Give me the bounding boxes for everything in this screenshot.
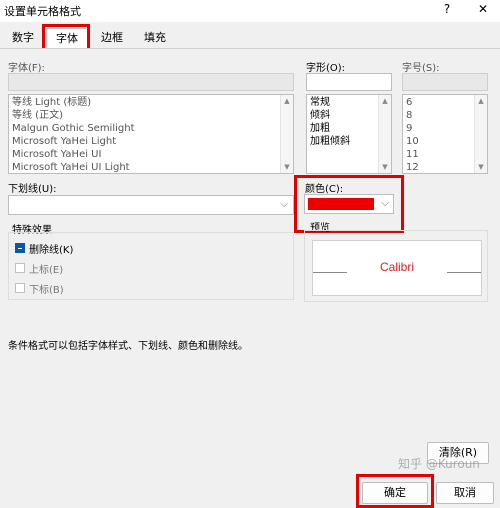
font-list[interactable]: 等线 Light (标题) 等线 (正文) Malgun Gothic Semi… — [8, 94, 294, 174]
list-item[interactable]: Malgun Gothic Semilight — [9, 122, 293, 135]
scroll-down-icon[interactable]: ▼ — [379, 161, 391, 173]
subscript-checkbox[interactable] — [15, 283, 25, 293]
scroll-up-icon[interactable]: ▲ — [475, 95, 487, 107]
font-label: 字体(F): — [8, 63, 45, 74]
list-item[interactable]: 等线 (正文) — [9, 109, 293, 122]
tab-number[interactable]: 数字 — [8, 28, 38, 48]
list-item[interactable]: Microsoft YaHei UI — [9, 148, 293, 161]
strikethrough-label[interactable]: 删除线(K) — [29, 241, 73, 256]
font-list-scrollbar[interactable]: ▲ ▼ — [280, 95, 293, 173]
style-input[interactable] — [306, 73, 392, 91]
preview-sample: Calibri — [379, 260, 414, 274]
dialog-title: 设置单元格格式 — [4, 5, 81, 18]
style-label: 字形(O): — [306, 63, 346, 74]
style-list[interactable]: 常规 倾斜 加粗 加粗倾斜 ▲ ▼ — [306, 94, 392, 174]
help-button[interactable]: ? — [438, 2, 456, 18]
list-item[interactable]: 等线 Light (标题) — [9, 96, 293, 109]
scroll-down-icon[interactable]: ▼ — [475, 161, 487, 173]
watermark: 知乎 @Kuroun — [398, 457, 480, 471]
underline-label: 下划线(U): — [8, 184, 57, 195]
size-label: 字号(S): — [402, 63, 440, 74]
preview-box: Calibri — [312, 240, 482, 296]
tab-fill[interactable]: 填充 — [140, 28, 170, 48]
format-note: 条件格式可以包括字体样式、下划线、颜色和删除线。 — [8, 341, 248, 352]
tab-border[interactable]: 边框 — [97, 28, 127, 48]
chevron-down-icon: ⌵ — [280, 199, 288, 210]
size-list[interactable]: 6 8 9 10 11 12 ▲ ▼ — [402, 94, 488, 174]
scroll-up-icon[interactable]: ▲ — [379, 95, 391, 107]
list-item[interactable]: Microsoft YaHei Light — [9, 135, 293, 148]
scroll-down-icon[interactable]: ▼ — [281, 161, 293, 173]
close-button[interactable]: ✕ — [474, 2, 492, 18]
style-list-scrollbar[interactable]: ▲ ▼ — [378, 95, 391, 173]
highlight-ok — [356, 474, 434, 508]
superscript-label[interactable]: 上标(E) — [29, 261, 63, 276]
underline-select[interactable]: ⌵ — [8, 195, 294, 215]
size-input[interactable] — [402, 73, 488, 91]
scroll-up-icon[interactable]: ▲ — [281, 95, 293, 107]
list-item[interactable]: Microsoft YaHei UI Light — [9, 161, 293, 173]
superscript-checkbox[interactable] — [15, 263, 25, 273]
cancel-button[interactable]: 取消 — [436, 482, 494, 504]
size-list-scrollbar[interactable]: ▲ ▼ — [474, 95, 487, 173]
strikethrough-checkbox[interactable] — [15, 243, 25, 253]
font-input[interactable] — [8, 73, 294, 91]
subscript-label[interactable]: 下标(B) — [29, 281, 64, 296]
